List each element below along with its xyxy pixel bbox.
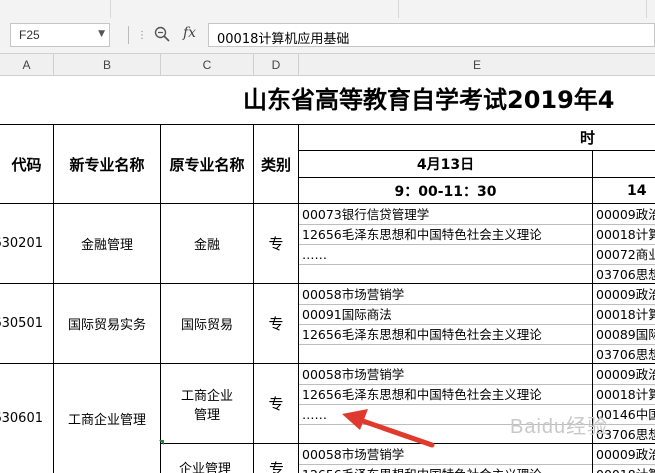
course-entry: 12656毛泽东思想和中国特色社会主义理论 (299, 385, 592, 405)
column-header-d[interactable]: D (254, 54, 299, 76)
row3-category[interactable]: 专 (254, 364, 299, 444)
column-header-c[interactable]: C (161, 54, 254, 76)
header-old-major[interactable]: 原专业名称 (161, 124, 254, 204)
header-slot-am[interactable]: 9：00-11：30 (299, 178, 593, 204)
course-entry: 00058市场营销学 (299, 365, 592, 385)
course-entry: 12656毛泽东思想和中国特色社会主义理论 (299, 225, 592, 245)
row3-code[interactable]: 630601 (0, 364, 54, 473)
row3b-pm-courses[interactable]: 00009政治 00018计算 (593, 444, 655, 473)
course-entry: 00009政治 (593, 445, 655, 465)
header-date[interactable]: 4月13日 (299, 151, 593, 178)
row2-new-major[interactable]: 国际贸易实务 (54, 284, 161, 364)
divider (128, 26, 129, 44)
header-category[interactable]: 类别 (254, 124, 299, 204)
course-entry: 00018计算 (593, 225, 655, 245)
row3b-old-major-text: 企业管理 (179, 462, 232, 473)
more-icon[interactable]: ⋮ (137, 30, 147, 41)
header-new-major[interactable]: 新专业名称 (54, 124, 161, 204)
column-header-e[interactable]: E (299, 54, 655, 76)
course-entry: 00073银行信贷管理学 (299, 205, 592, 225)
course-entry: 00018计算 (593, 385, 655, 405)
course-entry (299, 345, 592, 364)
zoom-icon[interactable] (154, 26, 170, 42)
course-entry (299, 265, 592, 284)
row3b-old-major[interactable]: 企业管理 (161, 444, 254, 473)
annotation-arrow-icon (342, 409, 435, 448)
name-box[interactable]: F25 ▼ (10, 23, 110, 47)
header-date-next[interactable] (593, 151, 655, 178)
course-entry: 00018计算 (593, 305, 655, 325)
row1-code[interactable]: 630201 (0, 204, 54, 284)
ribbon-strip (0, 0, 655, 18)
course-entry: 00091国际商法 (299, 305, 592, 325)
course-entry: 00089国际 (593, 325, 655, 345)
course-entry: 03706思想 (596, 347, 655, 362)
row2-code[interactable]: 630501 (0, 284, 54, 364)
row1-category[interactable]: 专 (254, 204, 299, 284)
row3b-category[interactable]: 专 (254, 444, 299, 473)
row1-am-courses[interactable]: 00073银行信贷管理学 12656毛泽东思想和中国特色社会主义理论 …… (299, 204, 593, 284)
name-box-value: F25 (19, 28, 40, 42)
header-slot-pm[interactable]: 14 (593, 178, 655, 204)
row2-pm-courses[interactable]: 00009政治 00018计算 00089国际 03706思想 (593, 284, 655, 364)
course-entry: 12656毛泽东思想和中国特色社会主义理论 (299, 325, 592, 345)
course-entry: 00018计算 (593, 465, 655, 473)
sheet-title-text: 山东省高等教育自学考试2019年4 (243, 86, 615, 114)
formula-input[interactable]: 00018计算机应用基础 (208, 23, 655, 47)
course-entry: 00058市场营销学 (299, 285, 592, 305)
course-entry: 00009政治 (593, 365, 655, 385)
formula-value: 00018计算机应用基础 (217, 32, 350, 47)
row2-old-major[interactable]: 国际贸易 (161, 284, 254, 364)
row1-old-major[interactable]: 金融 (161, 204, 254, 284)
function-icon[interactable]: fx (183, 25, 196, 41)
course-entry: …… (299, 245, 592, 265)
column-header-b[interactable]: B (54, 54, 161, 76)
row3-old-major[interactable]: 工商企业管理 (161, 364, 254, 444)
row2-category[interactable]: 专 (254, 284, 299, 364)
header-time[interactable]: 时 (299, 124, 655, 151)
watermark: Baidu经验 (510, 416, 609, 438)
header-code[interactable]: 代码 (0, 124, 54, 204)
column-header-a[interactable]: A (0, 54, 54, 76)
course-entry: 00009政治 (593, 205, 655, 225)
row3b-category-text: 专 (269, 460, 285, 473)
course-entry: 12656毛泽东思想和中国特色社会主义理论 (299, 465, 592, 473)
row1-new-major[interactable]: 金融管理 (54, 204, 161, 284)
row2-am-courses[interactable]: 00058市场营销学 00091国际商法 12656毛泽东思想和中国特色社会主义… (299, 284, 593, 364)
course-entry: 03706思想 (596, 267, 655, 282)
chevron-down-icon[interactable]: ▼ (98, 29, 105, 39)
sheet-title: 山东省高等教育自学考试2019年4 (0, 76, 655, 124)
course-entry: 00009政治 (593, 285, 655, 305)
course-entry: 00072商业 (593, 245, 655, 265)
row1-pm-courses[interactable]: 00009政治 00018计算 00072商业 03706思想 (593, 204, 655, 284)
row3-new-major[interactable]: 工商企业管理 (54, 364, 161, 473)
